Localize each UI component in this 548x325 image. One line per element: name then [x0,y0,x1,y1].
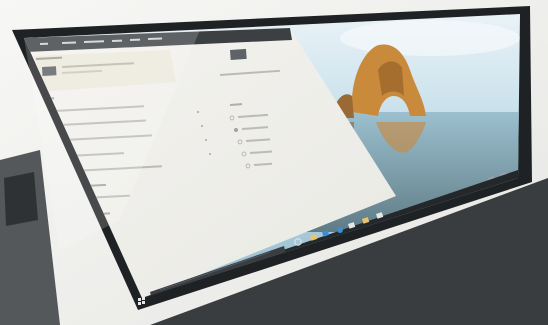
wallpaper-cloud [340,20,520,56]
left-device-port [4,172,38,226]
edge-icon [337,227,343,233]
preview-thumb [230,48,247,60]
wallpaper-rock-shadow [378,61,404,96]
photo-scene [0,0,548,325]
